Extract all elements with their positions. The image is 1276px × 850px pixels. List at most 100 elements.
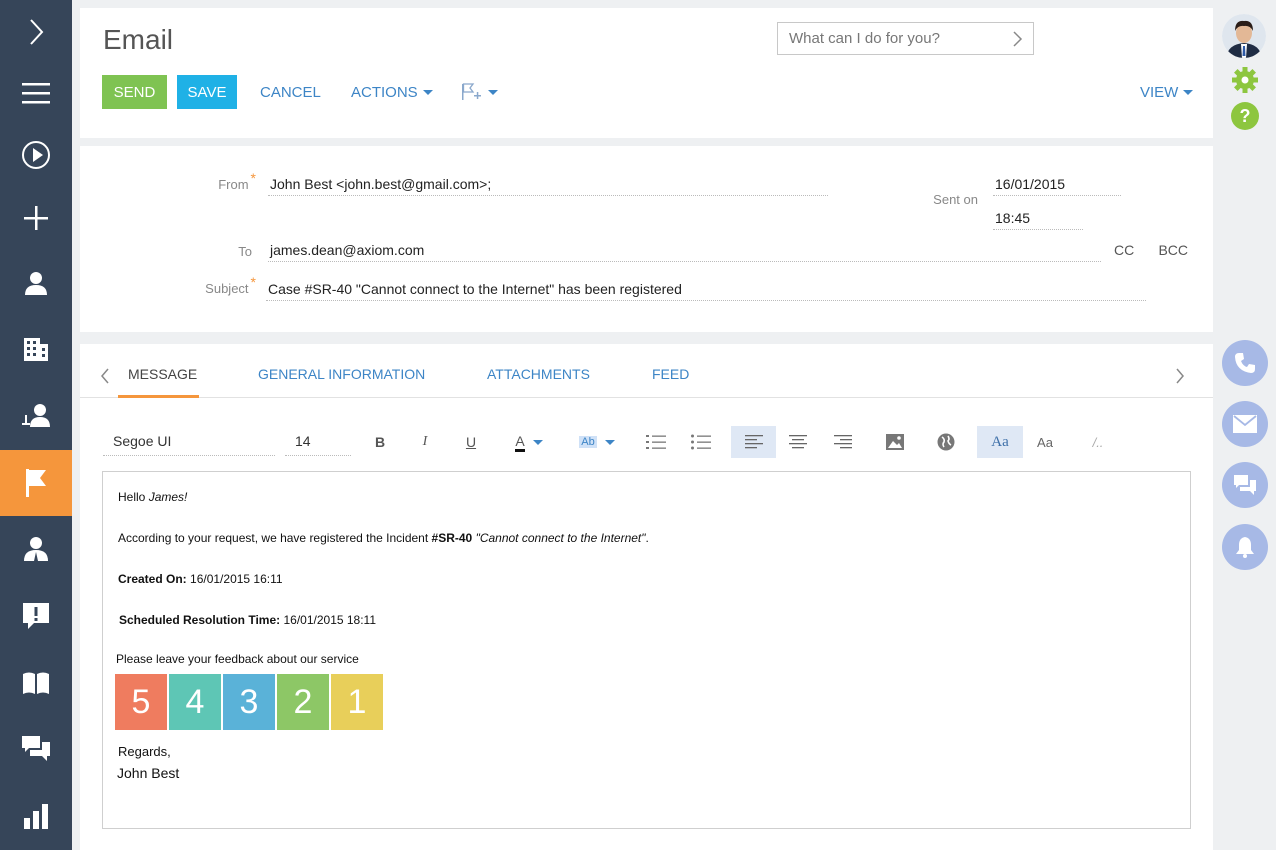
chat-icon xyxy=(1234,475,1256,495)
from-field[interactable]: John Best <john.best@gmail.com>; xyxy=(268,172,828,196)
bold-button[interactable]: B xyxy=(365,426,395,458)
highlight-icon: Ab xyxy=(579,436,597,448)
font-style-sans-button[interactable]: Aa xyxy=(1030,426,1060,458)
notifications-button[interactable] xyxy=(1222,524,1268,570)
chat-button[interactable] xyxy=(1222,462,1268,508)
cancel-button[interactable]: CANCEL xyxy=(260,75,321,109)
highlight-button[interactable]: Ab xyxy=(574,426,620,458)
tabs-scroll-left-icon[interactable] xyxy=(100,368,110,384)
nav-item-leads[interactable] xyxy=(0,385,72,447)
insert-image-button[interactable] xyxy=(880,426,910,458)
tab-general-information[interactable]: GENERAL INFORMATION xyxy=(258,366,425,382)
font-family-select[interactable]: Segoe UI xyxy=(103,428,275,456)
expand-nav-button[interactable] xyxy=(0,1,72,63)
tab-attachments[interactable]: ATTACHMENTS xyxy=(487,366,590,382)
nav-item-accounts[interactable] xyxy=(0,318,72,380)
nav-item-employees[interactable] xyxy=(0,518,72,580)
subject-label-text: Subject xyxy=(205,281,249,296)
nav-item-feed[interactable] xyxy=(0,718,72,780)
view-dropdown[interactable]: VIEW xyxy=(1140,75,1194,109)
rating-1-button[interactable]: 1 xyxy=(331,674,383,730)
chevron-right-icon[interactable] xyxy=(1011,30,1023,48)
employee-icon xyxy=(24,537,48,561)
nav-item-add[interactable] xyxy=(0,187,72,249)
plus-icon xyxy=(24,206,48,230)
tabs-scroll-right-icon[interactable] xyxy=(1175,368,1185,384)
to-field[interactable]: james.dean@axiom.com xyxy=(268,238,1101,262)
font-size-select[interactable]: 14 xyxy=(285,428,351,456)
rating-5-button[interactable]: 5 xyxy=(115,674,167,730)
bullet-list-icon xyxy=(691,434,711,450)
insert-link-button[interactable] xyxy=(931,426,961,458)
person-icon xyxy=(25,272,47,295)
resolution-time-line: Scheduled Resolution Time: 16/01/2015 18… xyxy=(119,613,376,627)
rating-3-button[interactable]: 3 xyxy=(223,674,275,730)
underline-button[interactable]: U xyxy=(456,426,486,458)
phone-button[interactable] xyxy=(1222,340,1268,386)
from-label: From * xyxy=(200,170,256,192)
to-label: To xyxy=(238,244,252,259)
lead-person-icon xyxy=(22,404,50,427)
command-search-box[interactable] xyxy=(777,22,1034,55)
greeting-name: James! xyxy=(148,490,188,504)
created-on-line: Created On: 16/01/2015 16:11 xyxy=(118,572,283,586)
align-left-button[interactable] xyxy=(731,426,776,458)
globe-icon xyxy=(937,433,955,451)
bcc-button[interactable]: BCC xyxy=(1158,242,1188,258)
nav-item-process[interactable] xyxy=(0,124,72,186)
active-tab-indicator xyxy=(118,395,199,398)
resolution-time-label: Scheduled Resolution Time: xyxy=(119,613,281,627)
rating-2-button[interactable]: 2 xyxy=(277,674,329,730)
nav-item-knowledge-base[interactable] xyxy=(0,652,72,714)
tab-feed[interactable]: FEED xyxy=(652,366,689,382)
created-on-label: Created On: xyxy=(118,572,187,586)
tab-message[interactable]: MESSAGE xyxy=(128,366,197,382)
nav-item-contacts[interactable] xyxy=(0,252,72,314)
clear-format-button[interactable]: /.. xyxy=(1083,426,1113,458)
case-number: #SR-40 xyxy=(431,531,473,545)
numbered-list-button[interactable] xyxy=(640,426,672,458)
bell-icon xyxy=(1236,537,1254,558)
font-color-icon: A xyxy=(515,433,525,452)
email-fields-panel: From * John Best <john.best@gmail.com>; S… xyxy=(80,146,1213,332)
flag-dropdown[interactable] xyxy=(461,75,498,109)
actions-label: ACTIONS xyxy=(351,83,418,101)
resolution-time-value: 16/01/2015 18:11 xyxy=(283,613,377,627)
align-right-button[interactable] xyxy=(828,426,858,458)
align-center-icon xyxy=(789,435,807,449)
caret-down-icon xyxy=(1183,89,1194,95)
save-button[interactable]: SAVE xyxy=(177,75,237,109)
subject-field[interactable]: Case #SR-40 "Cannot connect to the Inter… xyxy=(266,277,1146,301)
nav-item-dashboards[interactable] xyxy=(0,785,72,847)
align-center-button[interactable] xyxy=(783,426,813,458)
flag-icon xyxy=(26,469,46,497)
bullet-list-button[interactable] xyxy=(685,426,717,458)
italic-button[interactable]: I xyxy=(410,426,440,458)
bar-chart-icon xyxy=(24,804,48,829)
user-avatar[interactable] xyxy=(1222,14,1266,58)
cc-button[interactable]: CC xyxy=(1114,242,1134,258)
gear-icon[interactable] xyxy=(1230,65,1260,95)
send-button[interactable]: SEND xyxy=(102,75,167,109)
caret-down-icon xyxy=(422,89,433,95)
incident-text: According to your request, we have regis… xyxy=(118,531,429,545)
menu-button[interactable] xyxy=(0,62,72,124)
play-icon xyxy=(22,141,50,169)
image-icon xyxy=(886,434,904,450)
sent-date-field[interactable]: 16/01/2015 xyxy=(993,172,1121,196)
font-style-serif-button[interactable]: Aa xyxy=(977,426,1023,458)
right-rail: ? xyxy=(1213,0,1276,850)
message-editor[interactable]: Hello James! According to your request, … xyxy=(102,471,1191,829)
nav-item-cases[interactable] xyxy=(0,585,72,647)
nav-item-activities[interactable] xyxy=(0,450,72,516)
command-search-input[interactable] xyxy=(789,30,999,47)
rating-4-button[interactable]: 4 xyxy=(169,674,221,730)
sent-time-field[interactable]: 18:45 xyxy=(993,206,1083,230)
actions-dropdown[interactable]: ACTIONS xyxy=(351,75,433,109)
align-right-icon xyxy=(834,435,852,449)
email-button[interactable] xyxy=(1222,401,1268,447)
help-icon[interactable]: ? xyxy=(1230,101,1260,131)
font-color-button[interactable]: A xyxy=(506,426,552,458)
message-panel: MESSAGE GENERAL INFORMATION ATTACHMENTS … xyxy=(80,344,1213,850)
case-title: "Cannot connect to the Internet" xyxy=(475,531,646,545)
